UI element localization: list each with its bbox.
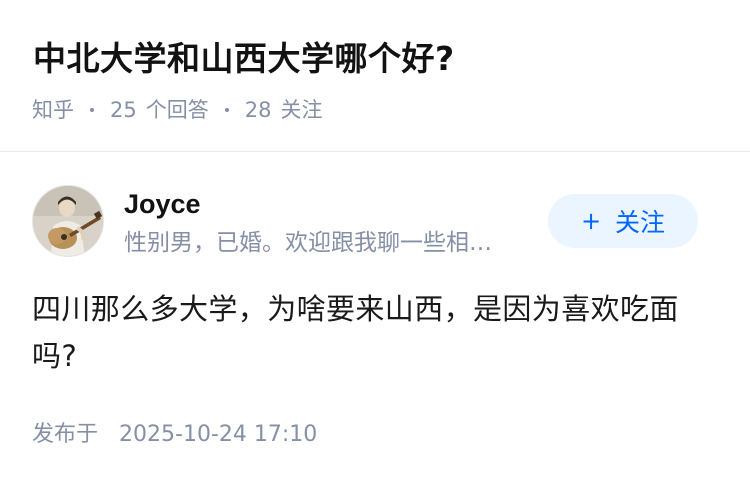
follow-count: 28 — [244, 98, 272, 122]
publish-label: 发布于 — [32, 422, 99, 447]
publish-datetime: 2025-10-24 17:10 — [119, 422, 318, 447]
question-header: 中北大学和山西大学哪个好? 知乎 25 个回答 28 关注 — [0, 0, 750, 152]
avatar[interactable] — [32, 185, 104, 257]
answer-count: 25 — [110, 98, 137, 122]
answer-count-label: 个回答 — [145, 98, 209, 122]
publish-info: 发布于 2025-10-24 17:10 — [32, 418, 317, 452]
question-title[interactable]: 中北大学和山西大学哪个好? — [33, 36, 455, 82]
avatar-guitar-photo-icon — [33, 186, 103, 256]
separator-dot — [224, 108, 229, 112]
author-name[interactable]: Joyce — [124, 186, 201, 222]
follow-count-label: 关注 — [280, 98, 323, 122]
separator-dot — [90, 108, 94, 112]
author-bio: 性别男，已婚。欢迎跟我聊一些相… — [124, 230, 492, 256]
follow-button-label: 关注 — [615, 208, 666, 237]
question-meta: 知乎 25 个回答 28 关注 — [32, 93, 322, 127]
answer-content: 四川那么多大学，为啥要来山西，是因为喜欢吃面吗? — [32, 292, 679, 373]
source-label[interactable]: 知乎 — [32, 93, 74, 127]
author-info: Joyce 性别男，已婚。欢迎跟我聊一些相… + 关注 — [0, 182, 750, 262]
plus-icon: + — [580, 207, 602, 235]
follow-button[interactable]: + 关注 — [548, 194, 698, 248]
